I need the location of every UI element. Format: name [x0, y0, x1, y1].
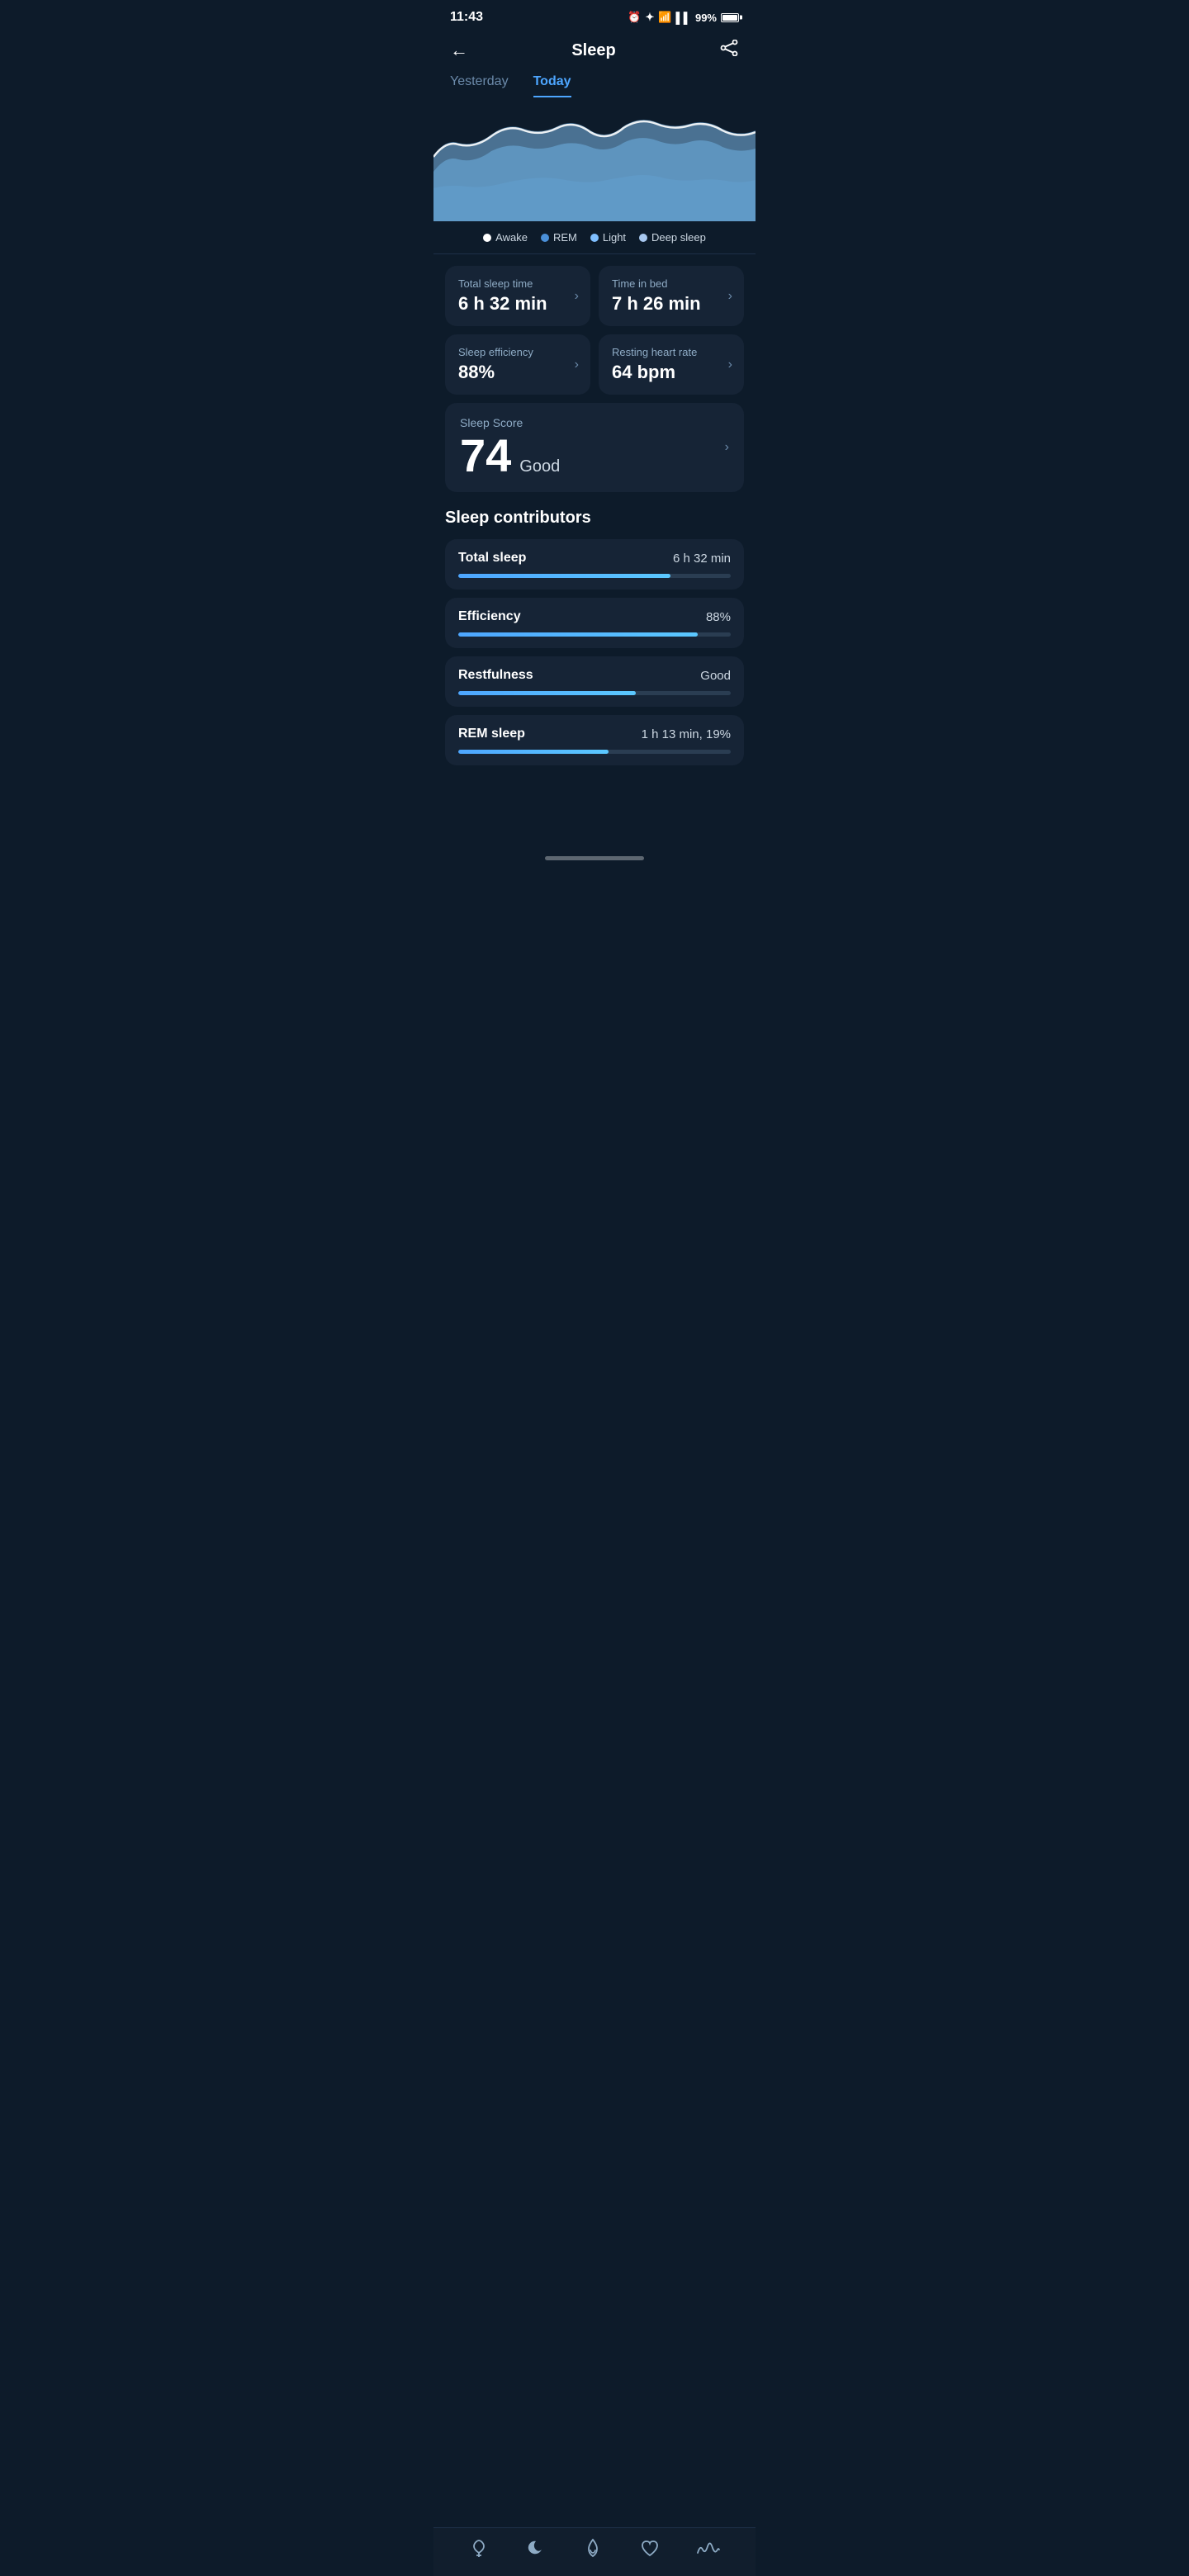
rem-sleep-progress-fill [458, 750, 609, 754]
status-time: 11:43 [450, 10, 483, 25]
efficiency-contributor-value: 88% [706, 610, 731, 624]
restfulness-contributor-value: Good [700, 669, 731, 683]
restfulness-contributor-name: Restfulness [458, 668, 533, 683]
stress-nav[interactable] [696, 2538, 721, 2559]
legend-awake: Awake [483, 231, 528, 244]
sleep-score-number: 74 [460, 433, 511, 479]
sleep-efficiency-card[interactable]: Sleep efficiency 88% › [445, 334, 590, 395]
time-in-bed-arrow: › [728, 289, 732, 304]
awake-label: Awake [495, 231, 528, 244]
total-sleep-value: 6 h 32 min [458, 293, 577, 315]
sleep-score-value: 74 Good [460, 433, 729, 479]
contributor-restfulness: Restfulness Good [445, 656, 744, 707]
back-button[interactable]: ← [450, 40, 468, 61]
time-in-bed-label: Time in bed [612, 277, 731, 290]
awake-dot [483, 234, 491, 242]
heart-nav[interactable] [639, 2538, 661, 2559]
restfulness-progress-bg [458, 691, 731, 695]
signal-icon: ▌▌ [676, 12, 691, 24]
contributor-rem-sleep: REM sleep 1 h 13 min, 19% [445, 715, 744, 765]
time-in-bed-card[interactable]: Time in bed 7 h 26 min › [599, 266, 744, 326]
total-sleep-progress-fill [458, 574, 670, 578]
total-sleep-label: Total sleep time [458, 277, 577, 290]
rem-dot [541, 234, 549, 242]
deep-dot [639, 234, 647, 242]
resting-heart-rate-card[interactable]: Resting heart rate 64 bpm › [599, 334, 744, 395]
resting-heart-arrow: › [728, 358, 732, 372]
status-bar: 11:43 ⏰ ✦ 📶 ▌▌ 99% [433, 0, 756, 31]
stats-grid: Total sleep time 6 h 32 min › Time in be… [433, 254, 756, 395]
efficiency-progress-fill [458, 632, 698, 637]
contributors-title: Sleep contributors [445, 509, 744, 528]
battery-icon [721, 13, 739, 22]
rem-sleep-contributor-name: REM sleep [458, 727, 525, 741]
resting-heart-value: 64 bpm [612, 362, 731, 383]
sleep-legend: Awake REM Light Deep sleep [433, 221, 756, 254]
rem-sleep-progress-bg [458, 750, 731, 754]
calories-nav[interactable] [582, 2538, 604, 2559]
total-sleep-contributor-value: 6 h 32 min [673, 552, 731, 566]
legend-light: Light [590, 231, 626, 244]
share-button[interactable] [719, 40, 739, 61]
bluetooth-icon: ✦ [645, 11, 654, 24]
deep-label: Deep sleep [651, 231, 706, 244]
sleep-efficiency-value: 88% [458, 362, 577, 383]
battery-percent: 99% [695, 12, 717, 24]
contributor-total-sleep: Total sleep 6 h 32 min [445, 539, 744, 590]
sleep-efficiency-label: Sleep efficiency [458, 346, 577, 358]
home-indicator [545, 856, 644, 860]
sleep-score-label: Sleep Score [460, 416, 729, 429]
page-title: Sleep [571, 41, 615, 60]
header: ← Sleep [433, 31, 756, 74]
resting-heart-label: Resting heart rate [612, 346, 731, 358]
sleep-score-arrow: › [725, 440, 729, 455]
sleep-nav[interactable] [525, 2538, 547, 2559]
sleep-score-card[interactable]: Sleep Score 74 Good › [445, 403, 744, 492]
contributors-section: Sleep contributors Total sleep 6 h 32 mi… [433, 492, 756, 765]
legend-deep: Deep sleep [639, 231, 706, 244]
activity-nav[interactable] [468, 2538, 490, 2559]
time-in-bed-value: 7 h 26 min [612, 293, 731, 315]
efficiency-progress-bg [458, 632, 731, 637]
total-sleep-contributor-name: Total sleep [458, 551, 526, 566]
efficiency-contributor-name: Efficiency [458, 609, 521, 624]
rem-label: REM [553, 231, 577, 244]
total-sleep-arrow: › [575, 289, 579, 304]
bottom-nav [433, 2527, 756, 2576]
restfulness-progress-fill [458, 691, 636, 695]
tabs-container: Yesterday Today [433, 74, 756, 97]
sleep-chart [433, 106, 756, 221]
tab-yesterday[interactable]: Yesterday [450, 74, 509, 97]
light-label: Light [603, 231, 626, 244]
sleep-score-qualifier: Good [519, 457, 560, 476]
alarm-icon: ⏰ [628, 11, 641, 24]
rem-sleep-contributor-value: 1 h 13 min, 19% [642, 727, 731, 741]
sleep-efficiency-arrow: › [575, 358, 579, 372]
contributor-efficiency: Efficiency 88% [445, 598, 744, 648]
wifi-icon: 📶 [658, 11, 671, 24]
total-sleep-card[interactable]: Total sleep time 6 h 32 min › [445, 266, 590, 326]
tab-today[interactable]: Today [533, 74, 571, 97]
light-dot [590, 234, 599, 242]
status-icons: ⏰ ✦ 📶 ▌▌ 99% [628, 11, 739, 24]
total-sleep-progress-bg [458, 574, 731, 578]
legend-rem: REM [541, 231, 577, 244]
